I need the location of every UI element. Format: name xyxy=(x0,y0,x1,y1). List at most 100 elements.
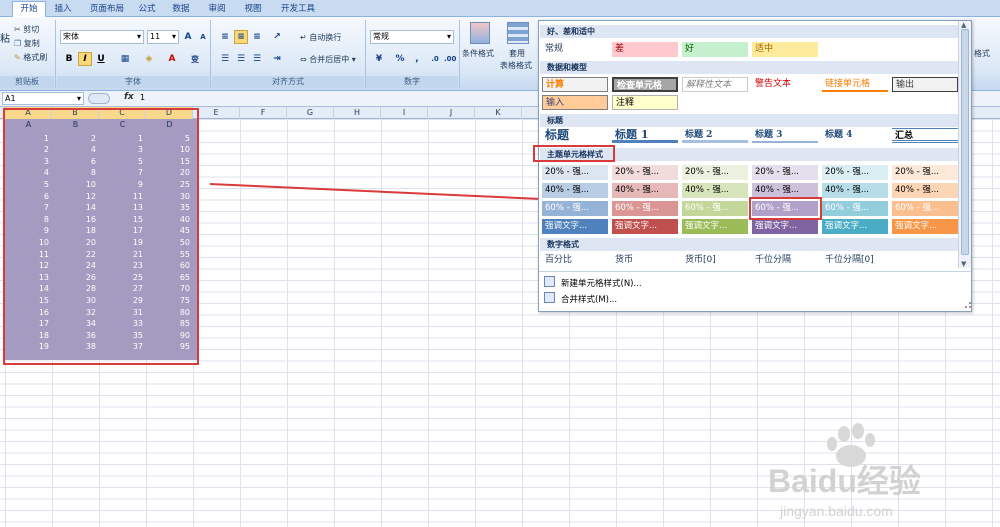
style-output[interactable]: 输出 xyxy=(892,77,958,92)
resize-grip-icon[interactable] xyxy=(965,302,971,308)
underline-button[interactable]: U xyxy=(94,52,108,66)
style-total[interactable]: 汇总 xyxy=(892,128,958,143)
theme-style-swatch[interactable]: 20% - 强... xyxy=(542,165,608,180)
style-linked-cell[interactable]: 链接单元格 xyxy=(822,77,888,92)
align-middle-icon[interactable]: ≡ xyxy=(234,30,248,44)
conditional-format-button[interactable]: 条件格式 xyxy=(462,48,494,59)
style-heading-1[interactable]: 标题 1 xyxy=(612,128,678,143)
style-heading-2[interactable]: 标题 2 xyxy=(682,128,748,143)
style-good[interactable]: 好 xyxy=(682,42,748,57)
font-color-button[interactable]: A xyxy=(165,52,179,66)
theme-style-swatch[interactable]: 强调文字... xyxy=(892,219,958,234)
merge-styles-item[interactable]: 合并样式(M)... xyxy=(561,293,617,305)
theme-style-swatch[interactable]: 60% - 强... xyxy=(822,201,888,216)
align-bottom-icon[interactable]: ≡ xyxy=(250,30,264,44)
column-header[interactable]: J xyxy=(428,107,475,119)
style-comma[interactable]: 千位分隔 xyxy=(752,253,818,268)
paste-button[interactable]: 粘 xyxy=(0,30,10,45)
style-input[interactable]: 输入 xyxy=(542,95,608,110)
align-left-icon[interactable]: ☰ xyxy=(218,52,232,66)
scroll-down-icon[interactable]: ▼ xyxy=(961,260,966,268)
tab-developer[interactable]: 开发工具 xyxy=(276,2,320,17)
tab-review[interactable]: 审阅 xyxy=(204,2,230,17)
new-cell-style-item[interactable]: 新建单元格样式(N)... xyxy=(561,277,642,289)
number-format-select[interactable]: 常规 ▾ xyxy=(370,30,454,44)
style-explanatory[interactable]: 解释性文本 xyxy=(682,77,748,92)
format-button[interactable]: 格式 xyxy=(974,48,990,59)
copy-button[interactable]: ❐ 复制 xyxy=(14,38,40,49)
theme-style-swatch[interactable]: 强调文字... xyxy=(612,219,678,234)
column-header[interactable]: E xyxy=(193,107,240,119)
style-neutral[interactable]: 适中 xyxy=(752,42,818,57)
grow-font-button[interactable]: A xyxy=(181,30,195,44)
theme-style-swatch[interactable]: 40% - 强... xyxy=(822,183,888,198)
orientation-icon[interactable]: ↗ xyxy=(270,30,284,44)
tab-page-layout[interactable]: 页面布局 xyxy=(85,2,129,17)
bold-button[interactable]: B xyxy=(62,52,76,66)
percent-button[interactable]: % xyxy=(393,52,407,66)
tab-home[interactable]: 开始 xyxy=(12,1,46,18)
column-header[interactable]: K xyxy=(475,107,522,119)
gallery-scrollbar[interactable]: ▲ ▼ xyxy=(958,21,971,268)
shrink-font-button[interactable]: A xyxy=(196,30,210,44)
theme-style-swatch[interactable]: 40% - 强... xyxy=(542,183,608,198)
tab-view[interactable]: 视图 xyxy=(240,2,266,17)
scrollbar-thumb[interactable] xyxy=(961,29,969,255)
style-calculation[interactable]: 计算 xyxy=(542,77,608,92)
comma-button[interactable]: , xyxy=(410,52,424,66)
formula-input[interactable]: 1 xyxy=(138,92,538,105)
insert-function-button[interactable]: fx xyxy=(124,92,134,102)
border-icon[interactable]: ▦ xyxy=(118,52,132,66)
formula-bar-splitter[interactable] xyxy=(88,93,110,104)
phonetic-button[interactable]: 变 xyxy=(188,52,202,66)
style-currency[interactable]: 货币 xyxy=(612,253,678,268)
style-percent[interactable]: 百分比 xyxy=(542,253,608,268)
theme-style-swatch[interactable]: 20% - 强... xyxy=(682,165,748,180)
theme-style-swatch[interactable]: 40% - 强... xyxy=(682,183,748,198)
theme-style-swatch[interactable]: 40% - 强... xyxy=(892,183,958,198)
theme-style-swatch[interactable]: 强调文字... xyxy=(822,219,888,234)
tab-formulas[interactable]: 公式 xyxy=(134,2,160,17)
theme-style-swatch[interactable]: 强调文字... xyxy=(752,219,818,234)
align-top-icon[interactable]: ≡ xyxy=(218,30,232,44)
theme-style-swatch[interactable]: 40% - 强... xyxy=(752,183,818,198)
theme-style-swatch[interactable]: 强调文字... xyxy=(542,219,608,234)
style-note[interactable]: 注释 xyxy=(612,95,678,110)
style-title[interactable]: 标题 xyxy=(542,128,608,143)
style-currency-0[interactable]: 货币[0] xyxy=(682,253,748,268)
column-header[interactable]: F xyxy=(240,107,287,119)
style-bad[interactable]: 差 xyxy=(612,42,678,57)
style-normal[interactable]: 常规 xyxy=(542,42,608,57)
theme-style-swatch[interactable]: 20% - 强... xyxy=(752,165,818,180)
scroll-up-icon[interactable]: ▲ xyxy=(961,21,966,29)
style-warning[interactable]: 警告文本 xyxy=(752,77,818,92)
format-as-table-button[interactable]: 套用 xyxy=(509,48,525,59)
column-header[interactable]: I xyxy=(381,107,428,119)
cut-button[interactable]: ✂ 剪切 xyxy=(14,24,39,35)
conditional-format-icon[interactable] xyxy=(470,22,490,44)
font-size-select[interactable]: 11 ▾ xyxy=(147,30,179,44)
theme-style-swatch[interactable]: 60% - 强... xyxy=(612,201,678,216)
align-center-icon[interactable]: ☰ xyxy=(234,52,248,66)
increase-decimal-icon[interactable]: .0 xyxy=(428,52,442,66)
theme-style-swatch[interactable]: 60% - 强... xyxy=(892,201,958,216)
align-right-icon[interactable]: ☰ xyxy=(250,52,264,66)
style-heading-4[interactable]: 标题 4 xyxy=(822,128,888,143)
name-box[interactable]: A1 ▾ xyxy=(2,92,84,105)
theme-style-swatch[interactable]: 20% - 强... xyxy=(822,165,888,180)
font-name-select[interactable]: 宋体 ▾ xyxy=(60,30,144,44)
column-header[interactable]: H xyxy=(334,107,381,119)
tab-insert[interactable]: 插入 xyxy=(50,2,76,17)
theme-style-swatch[interactable]: 强调文字... xyxy=(682,219,748,234)
fill-color-icon[interactable]: ◈ xyxy=(142,52,156,66)
merge-center-button[interactable]: ⇔ 合并后居中 ▾ xyxy=(300,54,356,65)
indent-icon[interactable]: ⇥ xyxy=(270,52,284,66)
style-heading-3[interactable]: 标题 3 xyxy=(752,128,818,143)
style-comma-0[interactable]: 千位分隔[0] xyxy=(822,253,888,268)
wrap-text-button[interactable]: ↵ 自动换行 xyxy=(300,32,341,43)
currency-icon[interactable]: ¥ xyxy=(372,52,386,66)
theme-style-swatch[interactable]: 60% - 强... xyxy=(682,201,748,216)
theme-style-swatch[interactable]: 60% - 强... xyxy=(542,201,608,216)
column-header[interactable]: G xyxy=(287,107,334,119)
theme-style-swatch[interactable]: 20% - 强... xyxy=(892,165,958,180)
